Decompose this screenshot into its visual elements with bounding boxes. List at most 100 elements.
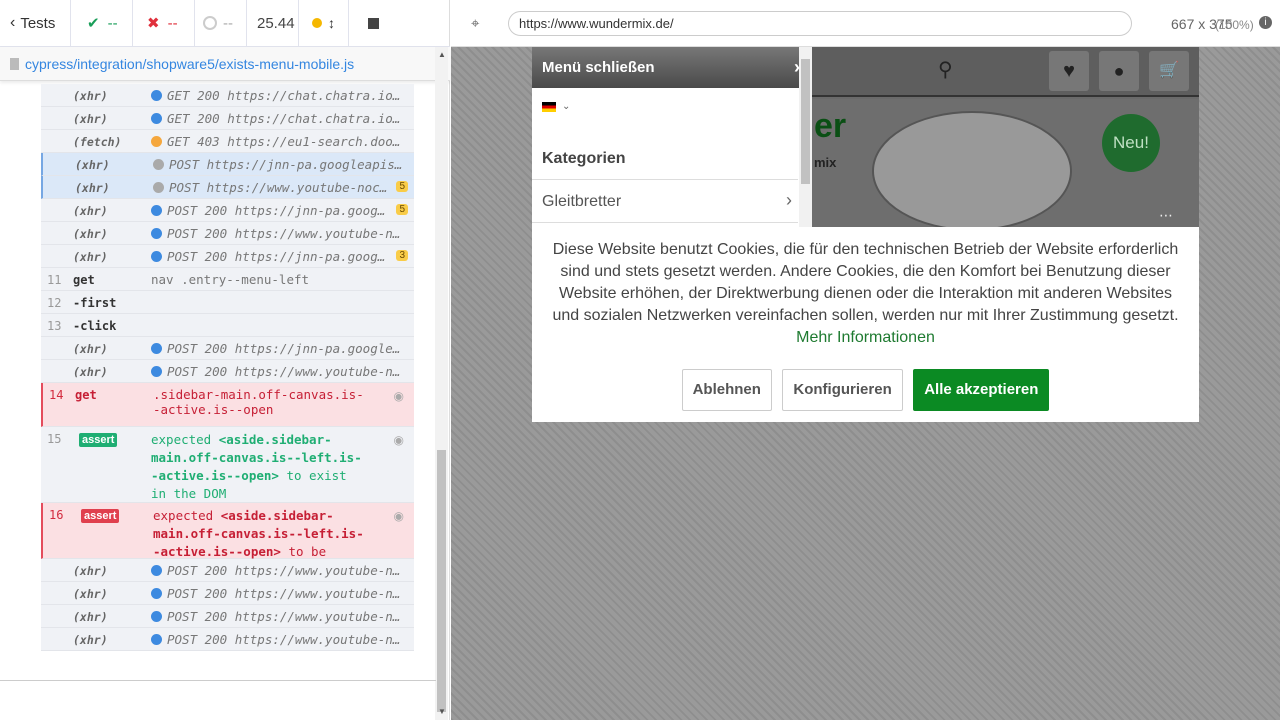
- cookie-banner: Diese Website benutzt Cookies, die für d…: [532, 227, 1199, 422]
- log-message: POST https://jnn-pa.googleapis.…: [153, 157, 403, 172]
- hero-text: er: [814, 107, 847, 145]
- status-dot-icon: [151, 634, 162, 645]
- language-switcher[interactable]: ⌄: [542, 101, 570, 112]
- log-row-command[interactable]: 16 assert expected <aside.sidebar-main.off…: [41, 503, 414, 577]
- configure-button[interactable]: Konfigurieren: [782, 369, 903, 411]
- command-log-panel: ‹ Tests ✔ -- ✖ -- -- 25.44 ↕ cypress/integ…: [0, 0, 450, 720]
- runner-header: ‹ Tests ✔ -- ✖ -- -- 25.44 ↕: [0, 0, 450, 47]
- wishlist-icon[interactable]: ♥: [1049, 51, 1089, 91]
- chevron-down-icon: ⌄: [562, 101, 571, 112]
- log-message: POST 200 https://www.youtube-nocookie…: [151, 586, 401, 601]
- log-command: get: [75, 388, 97, 402]
- log-number: 14: [49, 388, 64, 402]
- log-row-xhr[interactable]: (xhr) POST https://jnn-pa.googleapis.…: [41, 153, 414, 176]
- spec-path-link[interactable]: cypress/integration/shopware5/exists-men…: [25, 56, 354, 72]
- log-number: 15: [47, 432, 62, 446]
- account-icon[interactable]: ●: [1099, 51, 1139, 91]
- log-type: (xhr): [75, 181, 110, 195]
- new-badge: Neu!: [1102, 114, 1160, 172]
- flag-de-icon: [542, 101, 556, 112]
- autoscroll-toggle[interactable]: ↕: [299, 0, 349, 47]
- assert-tag: assert: [79, 433, 118, 447]
- log-row-command[interactable]: 11 get nav .entry--menu-left: [41, 268, 414, 291]
- url-field[interactable]: https://www.wundermix.de/: [508, 11, 1132, 36]
- count-badge: 3: [396, 250, 408, 261]
- status-dot-icon: [151, 205, 162, 216]
- failed-count: ✖ --: [133, 0, 195, 47]
- cookie-actions: Ablehnen Konfigurieren Alle akzeptieren: [532, 369, 1199, 411]
- menu-scroll-thumb[interactable]: [801, 59, 810, 184]
- log-number: 13: [47, 319, 62, 333]
- assert-tag: assert: [81, 509, 120, 523]
- log-row-xhr[interactable]: (xhr) POST 200 https://www.youtube-nocook…: [41, 360, 414, 383]
- log-row-xhr[interactable]: (xhr) POST 200 https://www.youtube-nocook…: [41, 605, 414, 628]
- status-dot-icon: [153, 159, 164, 170]
- spec-file-bar: cypress/integration/shopware5/exists-men…: [0, 47, 450, 81]
- log-type: (xhr): [73, 633, 108, 647]
- log-row-command[interactable]: 12 -first: [41, 291, 414, 314]
- more-icon[interactable]: ⋯: [1159, 207, 1173, 224]
- browser-header: ⌖ https://www.wundermix.de/ 667 x 375 (1…: [451, 0, 1280, 47]
- more-info-link[interactable]: Mehr Informationen: [796, 329, 935, 346]
- info-icon[interactable]: i: [1259, 16, 1272, 29]
- log-row-xhr[interactable]: (xhr) POST 200 https://jnn-pa.googlea…: [41, 337, 414, 360]
- log-type: (xhr): [73, 250, 108, 264]
- decline-button[interactable]: Ablehnen: [681, 369, 772, 411]
- log-row-command[interactable]: 14 get .sidebar-main.off-canvas.is--active…: [41, 383, 414, 427]
- log-message: POST 200 https://www.youtube-nocookie…: [151, 364, 401, 379]
- log-row-xhr[interactable]: (xhr) POST 200 https://www.youtube-nocook…: [41, 582, 414, 605]
- log-row-command[interactable]: 13 -click: [41, 314, 414, 337]
- assert-message: expected <aside.sidebar-main.off-canvas.…: [151, 432, 362, 501]
- stop-button[interactable]: [349, 0, 397, 47]
- status-dot-icon: [151, 251, 162, 262]
- log-message: POST 200 https://jnn-pa.googlea…: [151, 203, 391, 218]
- log-row-xhr[interactable]: (xhr) POST https://www.youtube-nocookie.c…: [41, 176, 414, 199]
- scroll-arrows-icon: ↕: [328, 15, 335, 31]
- cart-icon[interactable]: 🛒: [1149, 51, 1189, 91]
- log-row-xhr[interactable]: (fetch) GET 403 https://eu1-search.doof…: [41, 130, 414, 153]
- log-row-xhr[interactable]: (xhr) GET 200 https://chat.chatra.io/…: [41, 84, 414, 107]
- scroll-down-icon[interactable]: ▼: [438, 707, 446, 716]
- status-dot-icon: [151, 228, 162, 239]
- category-item[interactable]: Gleitbretter ›: [532, 179, 798, 223]
- status-dot-icon: [151, 588, 162, 599]
- log-type: (fetch): [73, 135, 122, 149]
- cross-icon: ✖: [147, 15, 160, 32]
- status-dot-icon: [151, 136, 162, 147]
- status-dot-icon: [312, 18, 322, 28]
- log-row-xhr[interactable]: (xhr) POST 200 https://www.youtube-nocook…: [41, 559, 414, 582]
- log-row-xhr[interactable]: (xhr) POST 200 https://jnn-pa.googlea… 5: [41, 199, 414, 222]
- categories-heading: Kategorien: [542, 150, 626, 167]
- check-icon: ✔: [87, 15, 100, 32]
- cookie-text: Diese Website benutzt Cookies, die für d…: [552, 241, 1179, 346]
- product-image: [872, 111, 1072, 231]
- log-command: get: [73, 273, 95, 287]
- log-row-xhr[interactable]: (xhr) POST 200 https://www.youtube-nocook…: [41, 222, 414, 245]
- log-type: (xhr): [73, 89, 108, 103]
- log-scrollbar[interactable]: ▲ ▼: [435, 47, 448, 720]
- count-badge: 5: [396, 204, 408, 215]
- scroll-up-icon[interactable]: ▲: [438, 50, 446, 59]
- menu-close-button[interactable]: Menü schließen ›: [532, 47, 812, 88]
- log-message: GET 200 https://chat.chatra.io/…: [151, 88, 401, 103]
- scrollbar-thumb[interactable]: [437, 450, 446, 712]
- log-row-xhr[interactable]: (xhr) POST 200 https://www.youtube-nocook…: [41, 628, 414, 651]
- accept-all-button[interactable]: Alle akzeptieren: [913, 369, 1050, 411]
- selector-playground-icon[interactable]: ⌖: [471, 15, 479, 32]
- log-type: (xhr): [75, 158, 110, 172]
- log-type: (xhr): [73, 365, 108, 379]
- log-row-command[interactable]: 15 assert expected <aside.sidebar-main.off…: [41, 427, 414, 503]
- tests-button[interactable]: ‹ Tests: [0, 0, 71, 47]
- log-row-xhr[interactable]: (xhr) POST 200 https://jnn-pa.googlea… 3: [41, 245, 414, 268]
- hero-subtext: mix: [814, 155, 837, 170]
- log-message: GET 200 https://chat.chatra.io/…: [151, 111, 401, 126]
- log-row-xhr[interactable]: (xhr) GET 200 https://chat.chatra.io/…: [41, 107, 414, 130]
- stop-icon: [367, 17, 379, 29]
- search-icon[interactable]: ⚲: [938, 57, 953, 82]
- spinner-icon: [203, 16, 217, 30]
- menu-scrollbar[interactable]: [799, 47, 812, 228]
- log-type: (xhr): [73, 112, 108, 126]
- log-message: POST 200 https://www.youtube-nocookie…: [151, 632, 401, 647]
- log-message: POST https://www.youtube-nocookie.com…: [153, 180, 393, 195]
- status-dot-icon: [151, 565, 162, 576]
